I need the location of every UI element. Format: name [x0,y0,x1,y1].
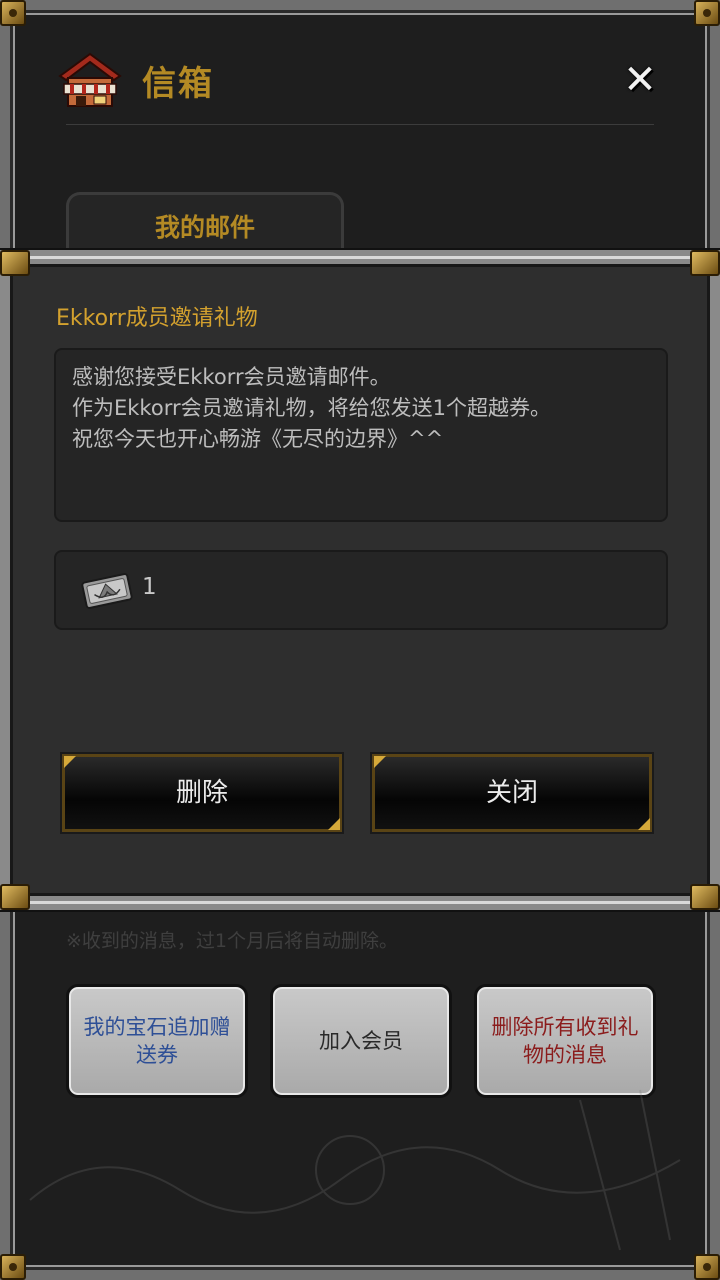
house-icon [58,52,122,107]
mail-body: 感谢您接受Ekkorr会员邀请邮件。 作为Ekkorr会员邀请礼物，将给您发送1… [54,348,668,522]
close-button-label: 关闭 [485,778,538,808]
mail-subject: Ekkorr成员邀请礼物 [56,306,258,331]
delete-button-label: 删除 [175,778,228,808]
auto-delete-notice: ※收到的消息，过1个月后将自动删除。 [66,930,399,952]
close-icon[interactable]: ✕ [618,58,662,102]
mail-detail-dialog: Ekkorr成员邀请礼物 感谢您接受Ekkorr会员邀请邮件。 作为Ekkorr… [0,250,720,910]
button-corner-accent [328,818,340,830]
mail-body-line: 感谢您接受Ekkorr会员邀请邮件。 [72,365,391,389]
mail-body-line: 祝您今天也开心畅游《无尽的边界》^^ [72,427,444,451]
close-button[interactable]: 关闭 [370,752,654,834]
page-title: 信箱 [142,64,214,104]
background-sketch [29,1089,681,1251]
mail-body-line: 作为Ekkorr会员邀请礼物，将给您发送1个超越券。 [72,396,551,420]
dialog-corner-bottom-right [690,884,720,910]
button-corner-accent [374,756,386,768]
mailbox-header: 信箱 ✕ [0,0,720,130]
mail-attachment: 1 [54,550,668,630]
join-member-label: 加入会员 [319,1029,403,1053]
delete-button[interactable]: 删除 [60,752,344,834]
dialog-corner-bottom-left [0,884,30,910]
dialog-corner-top-right [690,250,720,276]
button-corner-accent [64,756,76,768]
header-divider [66,124,654,125]
transcend-ticket-icon [81,573,133,609]
delete-all-label: 删除所有收到礼物的消息 [491,1015,639,1067]
dialog-corner-top-left [0,250,30,276]
attachment-count: 1 [142,574,157,600]
button-corner-accent [638,818,650,830]
gem-coupon-label: 我的宝石追加赠送券 [83,1015,231,1067]
